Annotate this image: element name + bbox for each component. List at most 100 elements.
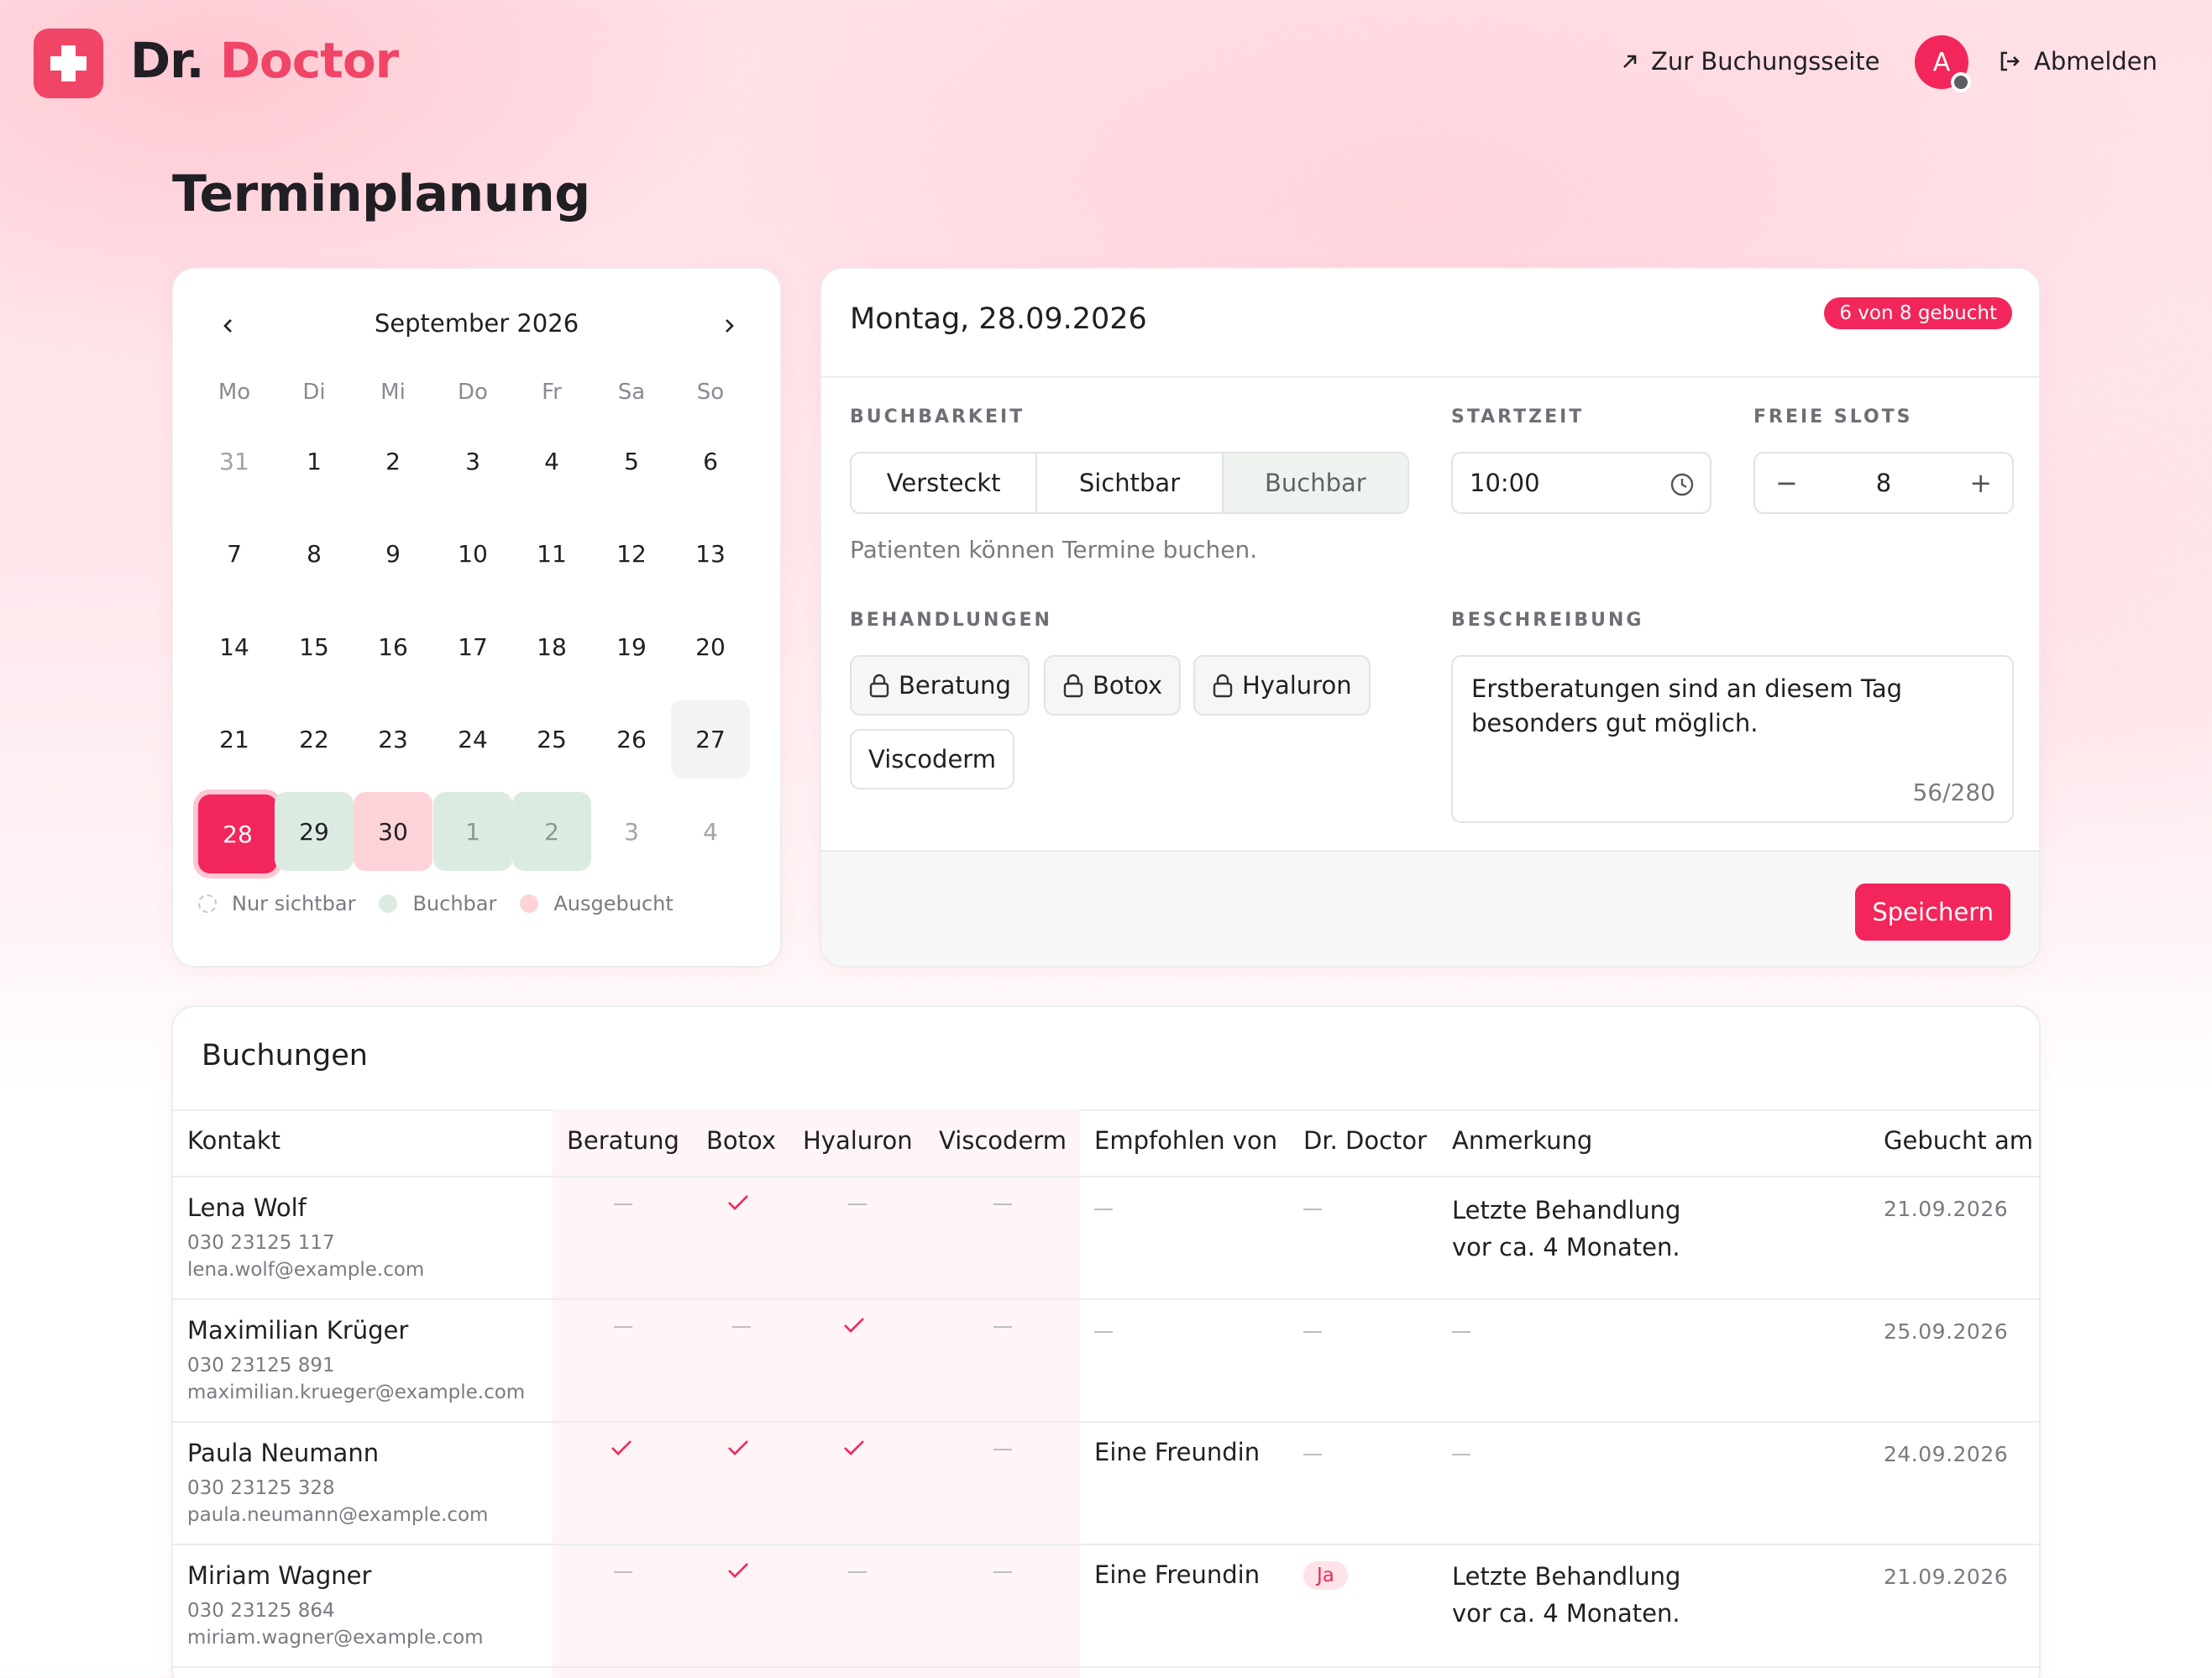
brand-name: Dr. Doctor (130, 32, 399, 89)
treatment-chip-beratung[interactable]: Beratung (850, 655, 1030, 716)
character-counter: 56/280 (1912, 779, 1995, 806)
calendar-day[interactable]: 24 (433, 700, 512, 779)
contact-email: lena.wolf@example.com (187, 1259, 425, 1281)
calendar-day[interactable]: 10 (433, 514, 512, 593)
dash-icon (1303, 1454, 1322, 1455)
logout-icon (2000, 51, 2020, 71)
calendar-day[interactable]: 17 (433, 607, 512, 686)
treatment-chip-hyaluron[interactable]: Hyaluron (1193, 655, 1371, 716)
column-header-contact[interactable]: Kontakt (187, 1126, 280, 1155)
calendar-day[interactable]: 3 (592, 792, 671, 871)
weekday-label: Mi (380, 380, 406, 405)
calendar-day[interactable]: 31 (195, 422, 274, 501)
calendar-day-full[interactable]: 30 (354, 792, 432, 871)
calendar-day[interactable]: 8 (275, 514, 354, 593)
description-textarea[interactable]: Erstberatungen sind an diesem Tag besond… (1451, 655, 2014, 823)
calendar-day-today[interactable]: 27 (671, 700, 750, 779)
divider (821, 376, 2039, 378)
calendar-day[interactable]: 20 (671, 607, 750, 686)
dash-icon (848, 1571, 867, 1573)
calendar-day[interactable]: 26 (592, 700, 671, 779)
booking-page-link[interactable]: Zur Buchungsseite (1621, 47, 1879, 76)
column-header-referred-by[interactable]: Empfohlen von (1094, 1126, 1277, 1155)
calendar-day[interactable]: 4 (671, 792, 750, 871)
calendar-day-bookable[interactable]: 1 (433, 792, 512, 871)
dash-icon (1094, 1331, 1113, 1333)
description-label: BESCHREIBUNG (1451, 610, 1644, 631)
calendar-day[interactable]: 19 (592, 607, 671, 686)
column-header-booked-at[interactable]: Gebucht am (1884, 1126, 2033, 1155)
legend-dot-visible (198, 894, 217, 913)
bookability-segmented-control: Versteckt Sichtbar Buchbar (850, 452, 1409, 514)
dash-icon (993, 1326, 1012, 1328)
calendar-day[interactable]: 12 (592, 514, 671, 593)
calendar-day[interactable]: 18 (512, 607, 591, 686)
calendar-day[interactable]: 6 (671, 422, 750, 501)
calendar-day[interactable]: 9 (354, 514, 432, 593)
weekday-label: Sa (617, 380, 646, 405)
dash-icon (732, 1326, 751, 1328)
contact-email: miriam.wagner@example.com (187, 1627, 484, 1649)
calendar-day[interactable]: 5 (592, 422, 671, 501)
divider (173, 1544, 2039, 1545)
booked-date: 25.09.2026 (1884, 1319, 2009, 1344)
calendar-month-label: September 2026 (374, 309, 579, 338)
booked-date: 21.09.2026 (1884, 1197, 2009, 1221)
start-time-input[interactable]: 10:00 (1451, 452, 1711, 514)
calendar-day[interactable]: 13 (671, 514, 750, 593)
calendar-day[interactable]: 25 (512, 700, 591, 779)
treatment-columns-highlight (553, 1109, 1080, 1678)
check-icon (844, 1318, 864, 1333)
calendar-day[interactable]: 2 (354, 422, 432, 501)
check-icon (611, 1440, 632, 1455)
referred-by: Eine Freundin (1094, 1438, 1261, 1466)
increment-button[interactable]: + (1969, 467, 1992, 499)
calendar-day[interactable]: 21 (195, 700, 274, 779)
column-header-viscoderm[interactable]: Viscoderm (939, 1126, 1067, 1155)
dash-icon (1094, 1209, 1113, 1210)
bookability-option-bookable[interactable]: Buchbar (1223, 454, 1407, 512)
column-header-note[interactable]: Anmerkung (1452, 1126, 1592, 1155)
calendar-day[interactable]: 1 (275, 422, 354, 501)
column-header-dr-doctor[interactable]: Dr. Doctor (1303, 1126, 1427, 1155)
calendar-day[interactable]: 4 (512, 422, 591, 501)
weekday-label: Di (302, 380, 326, 405)
treatment-chip-viscoderm[interactable]: Viscoderm (850, 729, 1014, 789)
calendar-day-bookable[interactable]: 2 (512, 792, 591, 871)
weekday-label: Fr (542, 380, 562, 405)
column-header-botox[interactable]: Botox (706, 1126, 776, 1155)
next-month-button[interactable] (712, 309, 746, 343)
check-icon (844, 1440, 864, 1455)
column-header-hyaluron[interactable]: Hyaluron (803, 1126, 913, 1155)
bookings-title: Buchungen (202, 1039, 368, 1072)
contact-email: paula.neumann@example.com (187, 1504, 489, 1526)
logout-button[interactable]: Abmelden (1997, 47, 2157, 76)
bookability-option-visible[interactable]: Sichtbar (1037, 454, 1224, 512)
calendar-day-selected[interactable]: 28 (198, 794, 277, 873)
calendar-day[interactable]: 3 (433, 422, 512, 501)
calendar-day[interactable]: 14 (195, 607, 274, 686)
bookability-option-hidden[interactable]: Versteckt (852, 454, 1038, 512)
bookability-label: BUCHBARKEIT (850, 406, 1025, 427)
medical-cross-icon (50, 45, 86, 81)
calendar-day[interactable]: 23 (354, 700, 432, 779)
calendar-day[interactable]: 7 (195, 514, 274, 593)
calendar-day[interactable]: 16 (354, 607, 432, 686)
divider (173, 1109, 2039, 1111)
day-settings-card: Montag, 28.09.2026 6 von 8 gebucht BUCHB… (820, 267, 2041, 967)
column-header-beratung[interactable]: Beratung (567, 1126, 679, 1155)
calendar-day[interactable]: 11 (512, 514, 591, 593)
calendar-day[interactable]: 15 (275, 607, 354, 686)
calendar-day[interactable]: 22 (275, 700, 354, 779)
dash-icon (614, 1571, 632, 1573)
dash-icon (1452, 1331, 1470, 1333)
dash-icon (614, 1203, 632, 1205)
contact-phone: 030 23125 328 (187, 1477, 335, 1499)
treatment-chip-botox[interactable]: Botox (1044, 655, 1182, 716)
start-time-label: STARTZEIT (1451, 406, 1585, 427)
calendar-day-bookable[interactable]: 29 (275, 792, 354, 871)
contact-phone: 030 23125 117 (187, 1232, 335, 1254)
arrow-up-right-icon (1623, 55, 1637, 68)
save-button[interactable]: Speichern (1855, 884, 2010, 941)
contact-email: maximilian.krueger@example.com (187, 1382, 526, 1403)
